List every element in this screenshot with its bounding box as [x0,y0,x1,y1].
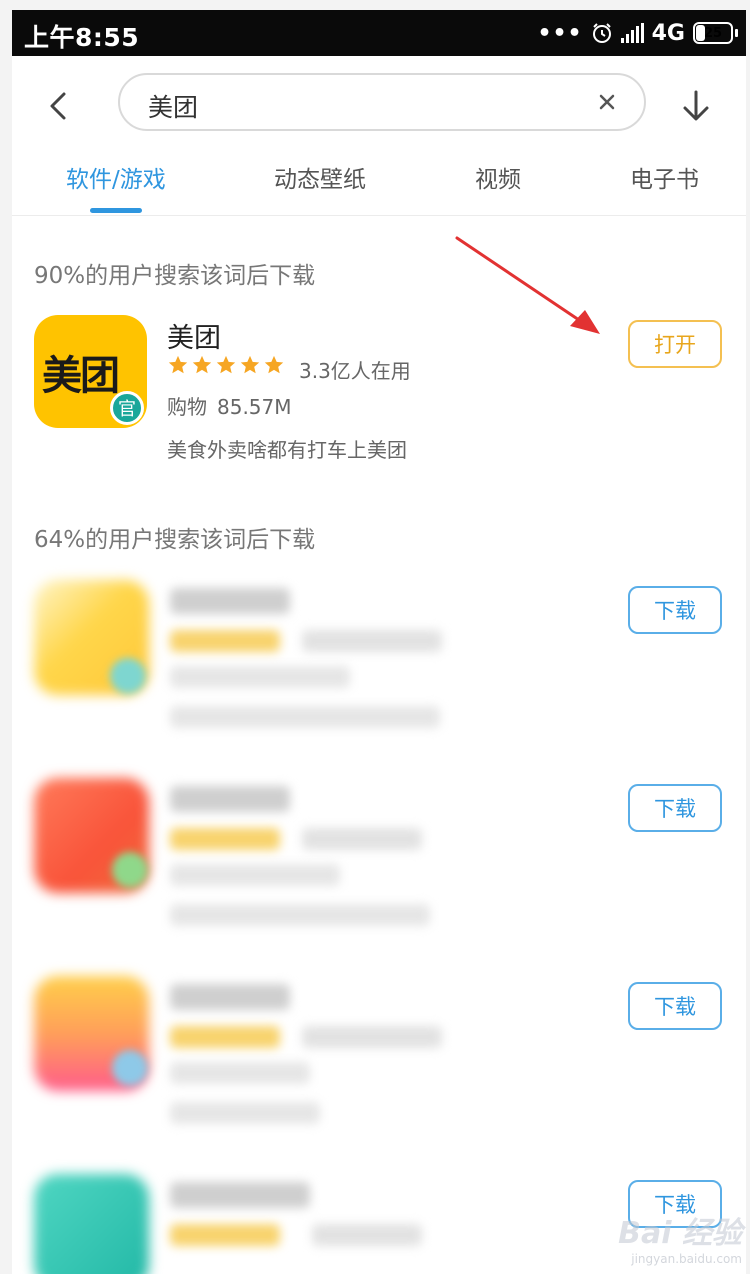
blurred-stars [170,1026,280,1048]
blurred-stars [170,630,280,652]
back-arrow-icon[interactable] [42,86,78,126]
battery-icon: 25 [693,22,733,44]
network-type: 4G [651,20,685,46]
blurred-name [170,588,290,614]
star-icon [240,355,260,374]
tab-software-games[interactable]: 软件/游戏 [66,160,166,194]
meituan-logo-text: 美团 [42,353,120,399]
search-query[interactable]: 美团 [148,88,198,124]
blurred-meta [170,864,340,886]
watermark: Bai 经验 jingyan.baidu.com [618,1208,742,1266]
active-tab-indicator [90,208,142,213]
blurred-users [312,1224,422,1246]
blurred-badge [110,658,146,694]
signal-icon [620,23,644,43]
blurred-meta [170,666,350,688]
app-category: 购物 [167,395,207,419]
alarm-icon [592,23,611,43]
download-manager-icon[interactable] [676,86,716,126]
star-icon [264,355,284,374]
blurred-meta [170,1062,310,1084]
download-button[interactable]: 下载 [628,982,722,1030]
rating-stars [167,354,285,376]
status-bar: 上午8:55 ••• 4G 25 [12,10,746,56]
blurred-users [302,630,442,652]
annotation-arrow-icon [455,236,600,334]
official-badge: 官 [110,391,144,425]
blurred-app-icon[interactable] [34,1174,149,1274]
meituan-app-icon[interactable]: 美团 官 [34,315,147,428]
tab-live-wallpaper[interactable]: 动态壁纸 [274,160,366,194]
blurred-name [170,984,290,1010]
blurred-description [170,706,440,728]
star-icon [216,355,236,374]
app-name[interactable]: 美团 [167,316,221,355]
search-input[interactable]: 美团 [118,73,646,131]
watermark-logo: Bai 经验 [618,1216,742,1251]
status-icons: ••• 4G 25 [537,18,738,48]
star-icon [168,355,188,374]
user-count: 3.3亿人在用 [299,359,411,383]
blurred-users [302,1026,442,1048]
clear-icon[interactable] [596,91,618,113]
battery-level: 25 [703,25,723,41]
app-size: 85.57M [217,395,292,419]
tab-video[interactable]: 视频 [475,160,521,194]
blurred-name [170,1182,310,1208]
tab-ebook[interactable]: 电子书 [630,160,699,194]
blurred-description [170,904,430,926]
battery-cap [735,29,738,37]
blurred-name [170,786,290,812]
blurred-description [170,1102,320,1124]
blurred-stars [170,1224,280,1246]
blurred-badge [112,852,148,888]
download-button[interactable]: 下载 [628,586,722,634]
notification-dots-icon: ••• [537,20,583,46]
watermark-url: jingyan.baidu.com [631,1252,742,1266]
section-label-64: 64%的用户搜索该词后下载 [34,527,316,553]
blurred-stars [170,828,280,850]
download-button[interactable]: 下载 [628,784,722,832]
divider [12,215,746,216]
section-label-90: 90%的用户搜索该词后下载 [34,263,316,289]
phone-screen: 上午8:55 ••• 4G 25 美团 软件/游戏 动态壁纸 视频 电子书 90… [12,10,746,1274]
app-description: 美食外卖啥都有打车上美团 [167,438,407,462]
star-icon [192,355,212,374]
status-time: 上午8:55 [24,23,140,52]
blurred-users [302,828,422,850]
blurred-badge [112,1050,148,1086]
open-button[interactable]: 打开 [628,320,722,368]
app-meta: 购物 85.57M [167,391,292,420]
